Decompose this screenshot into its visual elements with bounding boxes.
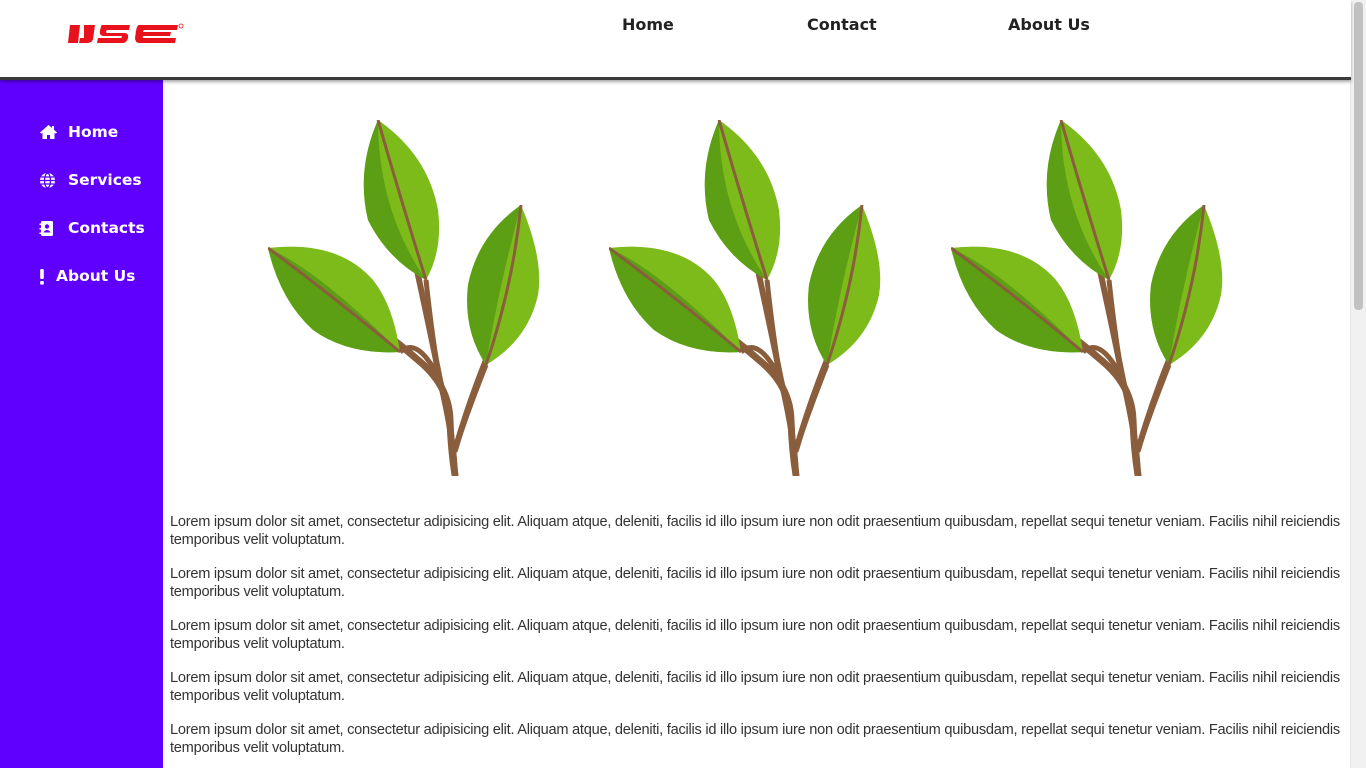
sidebar-item-label: Services xyxy=(68,171,142,189)
nav-home-link[interactable]: Home xyxy=(622,15,674,34)
sidebar-item-home[interactable]: Home xyxy=(39,120,118,144)
sidebar-item-contacts[interactable]: Contacts xyxy=(39,216,145,240)
sidebar-item-label: Contacts xyxy=(68,219,145,237)
plant-sprout-image xyxy=(608,119,889,479)
sidebar-item-label: About Us xyxy=(56,267,136,285)
sidebar-item-about-us[interactable]: About Us xyxy=(39,264,135,288)
plant-sprout-image xyxy=(267,119,548,479)
top-navbar: Home Contact About Us xyxy=(0,0,1351,80)
home-icon xyxy=(39,124,59,140)
nav-contact-link[interactable]: Contact xyxy=(807,15,877,34)
exclamation-icon xyxy=(39,268,47,285)
sidebar-item-label: Home xyxy=(68,123,119,141)
lorem-paragraph: Lorem ipsum dolor sit amet, consectetur … xyxy=(170,722,1340,756)
lorem-paragraph: Lorem ipsum dolor sit amet, consectetur … xyxy=(170,514,1340,548)
plant-sprout-image xyxy=(950,119,1231,479)
lorem-paragraph: Lorem ipsum dolor sit amet, consectetur … xyxy=(170,618,1340,652)
page-scrollbar[interactable] xyxy=(1350,0,1366,768)
sidebar: Home Services Contacts About Us xyxy=(0,77,163,768)
globe-icon xyxy=(39,172,59,189)
main-content: Lorem ipsum dolor sit amet, consectetur … xyxy=(163,80,1351,768)
plant-gallery xyxy=(163,80,1351,490)
sidebar-item-services[interactable]: Services xyxy=(39,168,142,192)
nav-about-link[interactable]: About Us xyxy=(1008,15,1090,34)
ijse-logo[interactable] xyxy=(68,21,208,47)
scrollbar-thumb[interactable] xyxy=(1354,2,1363,310)
lorem-paragraph: Lorem ipsum dolor sit amet, consectetur … xyxy=(170,566,1340,600)
contact-card-icon xyxy=(39,220,59,237)
paragraph-list: Lorem ipsum dolor sit amet, consectetur … xyxy=(170,513,1340,768)
lorem-paragraph: Lorem ipsum dolor sit amet, consectetur … xyxy=(170,670,1340,704)
